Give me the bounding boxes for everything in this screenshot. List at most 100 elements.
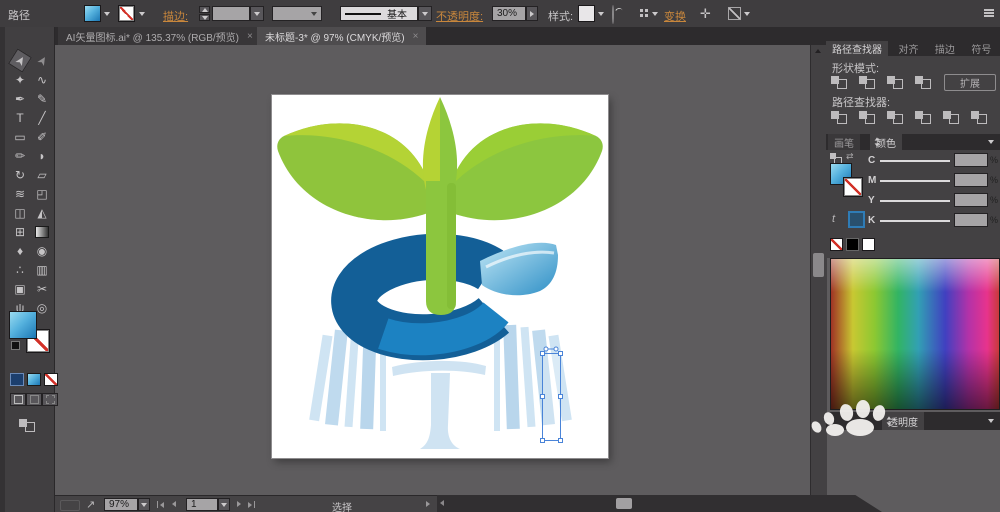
panel-menu-icon[interactable]: [984, 9, 994, 11]
tab-untitled-3[interactable]: 未标题-3* @ 97% (CMYK/预览) ×: [257, 27, 427, 45]
stroke-weight-dropdown[interactable]: [250, 6, 264, 21]
canvas-area[interactable]: [55, 45, 810, 495]
stroke-dropdown-icon[interactable]: [139, 12, 145, 16]
style-dropdown-icon[interactable]: [598, 12, 604, 16]
artboard[interactable]: [272, 95, 608, 458]
crop-button[interactable]: [914, 110, 932, 125]
brush-definition-arrow[interactable]: [418, 6, 432, 21]
width-tool[interactable]: ≋: [11, 185, 29, 202]
shape-builder-tool[interactable]: ◫: [11, 204, 29, 221]
column-graph-tool[interactable]: ▥: [33, 261, 51, 278]
trim-button[interactable]: [858, 110, 876, 125]
outline-button[interactable]: [942, 110, 960, 125]
fill-proxy-swatch[interactable]: [9, 311, 37, 339]
transform-link[interactable]: 变换: [664, 8, 686, 24]
isolate-selected-icon[interactable]: [728, 7, 741, 20]
tab-color[interactable]: 颜色: [870, 134, 902, 150]
color-spectrum[interactable]: [830, 258, 1000, 410]
divide-button[interactable]: [830, 110, 848, 125]
pencil-tool[interactable]: ✏: [11, 147, 29, 164]
isolate-dropdown-icon[interactable]: [744, 12, 750, 16]
channel-y-value[interactable]: [954, 193, 988, 207]
exclude-button[interactable]: [914, 75, 932, 90]
stroke-weight-link[interactable]: 描边:: [163, 8, 188, 24]
transparency-menu-icon[interactable]: [988, 419, 994, 423]
color-stroke-proxy[interactable]: [843, 177, 863, 197]
channel-c-value[interactable]: [954, 153, 988, 167]
stroke-weight-up-stepper[interactable]: [199, 6, 210, 13]
first-artboard-button[interactable]: [157, 501, 164, 508]
mesh-tool[interactable]: ⊞: [11, 223, 29, 240]
perspective-grid-tool[interactable]: ◭: [33, 204, 51, 221]
stroke-weight-down-stepper[interactable]: [199, 14, 210, 21]
status-expand-icon[interactable]: [426, 501, 430, 507]
channel-k-slider[interactable]: [880, 220, 950, 222]
zoom-dropdown[interactable]: [138, 498, 150, 511]
zoom-field[interactable]: 97%: [104, 498, 138, 511]
screen-mode-icon[interactable]: [19, 419, 35, 432]
horizontal-scroll-thumb[interactable]: [616, 498, 632, 509]
none-swatch[interactable]: [830, 238, 843, 251]
intersect-button[interactable]: [886, 75, 904, 90]
rectangle-tool[interactable]: ▭: [11, 128, 29, 145]
symbol-sprayer-tool[interactable]: ∴: [11, 261, 29, 278]
gradient-tool[interactable]: [33, 223, 51, 240]
scroll-left-icon[interactable]: [440, 500, 444, 506]
draw-normal-button[interactable]: [10, 393, 26, 406]
width-profile-dropdown[interactable]: [272, 6, 322, 21]
rotate-tool[interactable]: ↻: [11, 166, 29, 183]
opacity-field[interactable]: 30%: [492, 6, 526, 21]
tab-pathfinder[interactable]: 路径查找器: [826, 40, 888, 56]
expand-button[interactable]: 扩展: [944, 74, 996, 91]
channel-y-slider[interactable]: [880, 200, 950, 202]
document-setup-icon[interactable]: [640, 9, 643, 12]
white-swatch[interactable]: [862, 238, 875, 251]
artboard-tool[interactable]: ▣: [11, 280, 29, 297]
color-panel-menu-icon[interactable]: [988, 140, 994, 144]
slice-tool[interactable]: ✂: [33, 280, 51, 297]
fill-color-swatch[interactable]: [84, 5, 101, 22]
channel-k-value[interactable]: [954, 213, 988, 227]
curvature-tool[interactable]: ✎: [33, 90, 51, 107]
channel-m-value[interactable]: [954, 173, 988, 187]
color-mode-button[interactable]: [10, 373, 24, 386]
opacity-arrow[interactable]: [526, 6, 538, 21]
blob-brush-tool[interactable]: ◗: [33, 147, 51, 164]
brush-definition-dropdown[interactable]: 基本: [340, 6, 418, 21]
tab-stroke[interactable]: 描边: [929, 41, 961, 56]
tab-brushes[interactable]: 画笔: [828, 134, 860, 150]
merge-button[interactable]: [886, 110, 904, 125]
swap-fill-stroke-icon[interactable]: ⇄: [846, 151, 854, 162]
stroke-weight-field[interactable]: [212, 6, 250, 21]
default-fill-stroke-icon[interactable]: [11, 341, 20, 350]
unite-button[interactable]: [830, 75, 848, 90]
scroll-up-icon[interactable]: [815, 49, 821, 53]
horizontal-scrollbar[interactable]: [437, 495, 882, 512]
scale-tool[interactable]: ▱: [33, 166, 51, 183]
paintbrush-tool[interactable]: ✐: [33, 128, 51, 145]
line-segment-tool[interactable]: ╱: [33, 109, 51, 126]
recolor-artwork-icon[interactable]: [612, 5, 614, 24]
lasso-tool[interactable]: ∿: [33, 71, 51, 88]
black-swatch[interactable]: [846, 238, 859, 251]
tab-ai-vector-icon[interactable]: AI矢量图标.ai* @ 135.37% (RGB/预览) ×: [58, 27, 261, 45]
tab-close-icon[interactable]: ×: [413, 31, 419, 42]
channel-m-slider[interactable]: [880, 180, 950, 182]
last-artboard-button[interactable]: [248, 501, 255, 508]
active-plane-icon[interactable]: [848, 211, 865, 228]
fill-dropdown-icon[interactable]: [104, 12, 110, 16]
opacity-link[interactable]: 不透明度:: [436, 8, 483, 24]
vertical-scroll-thumb[interactable]: [813, 253, 824, 277]
eyedropper-tool[interactable]: ♦: [11, 242, 29, 259]
document-setup-dropdown-icon[interactable]: [652, 12, 658, 16]
blend-tool[interactable]: ◉: [33, 242, 51, 259]
tab-symbols[interactable]: 符号: [965, 41, 997, 56]
style-swatch[interactable]: [578, 5, 595, 22]
next-artboard-button[interactable]: [237, 501, 241, 507]
artboard-dropdown[interactable]: [218, 498, 230, 511]
artboard-number-field[interactable]: 1: [186, 498, 218, 511]
minus-back-button[interactable]: [970, 110, 988, 125]
draw-behind-button[interactable]: [26, 393, 42, 406]
tab-close-icon[interactable]: ×: [247, 31, 253, 42]
export-icon[interactable]: ↗: [86, 498, 95, 511]
